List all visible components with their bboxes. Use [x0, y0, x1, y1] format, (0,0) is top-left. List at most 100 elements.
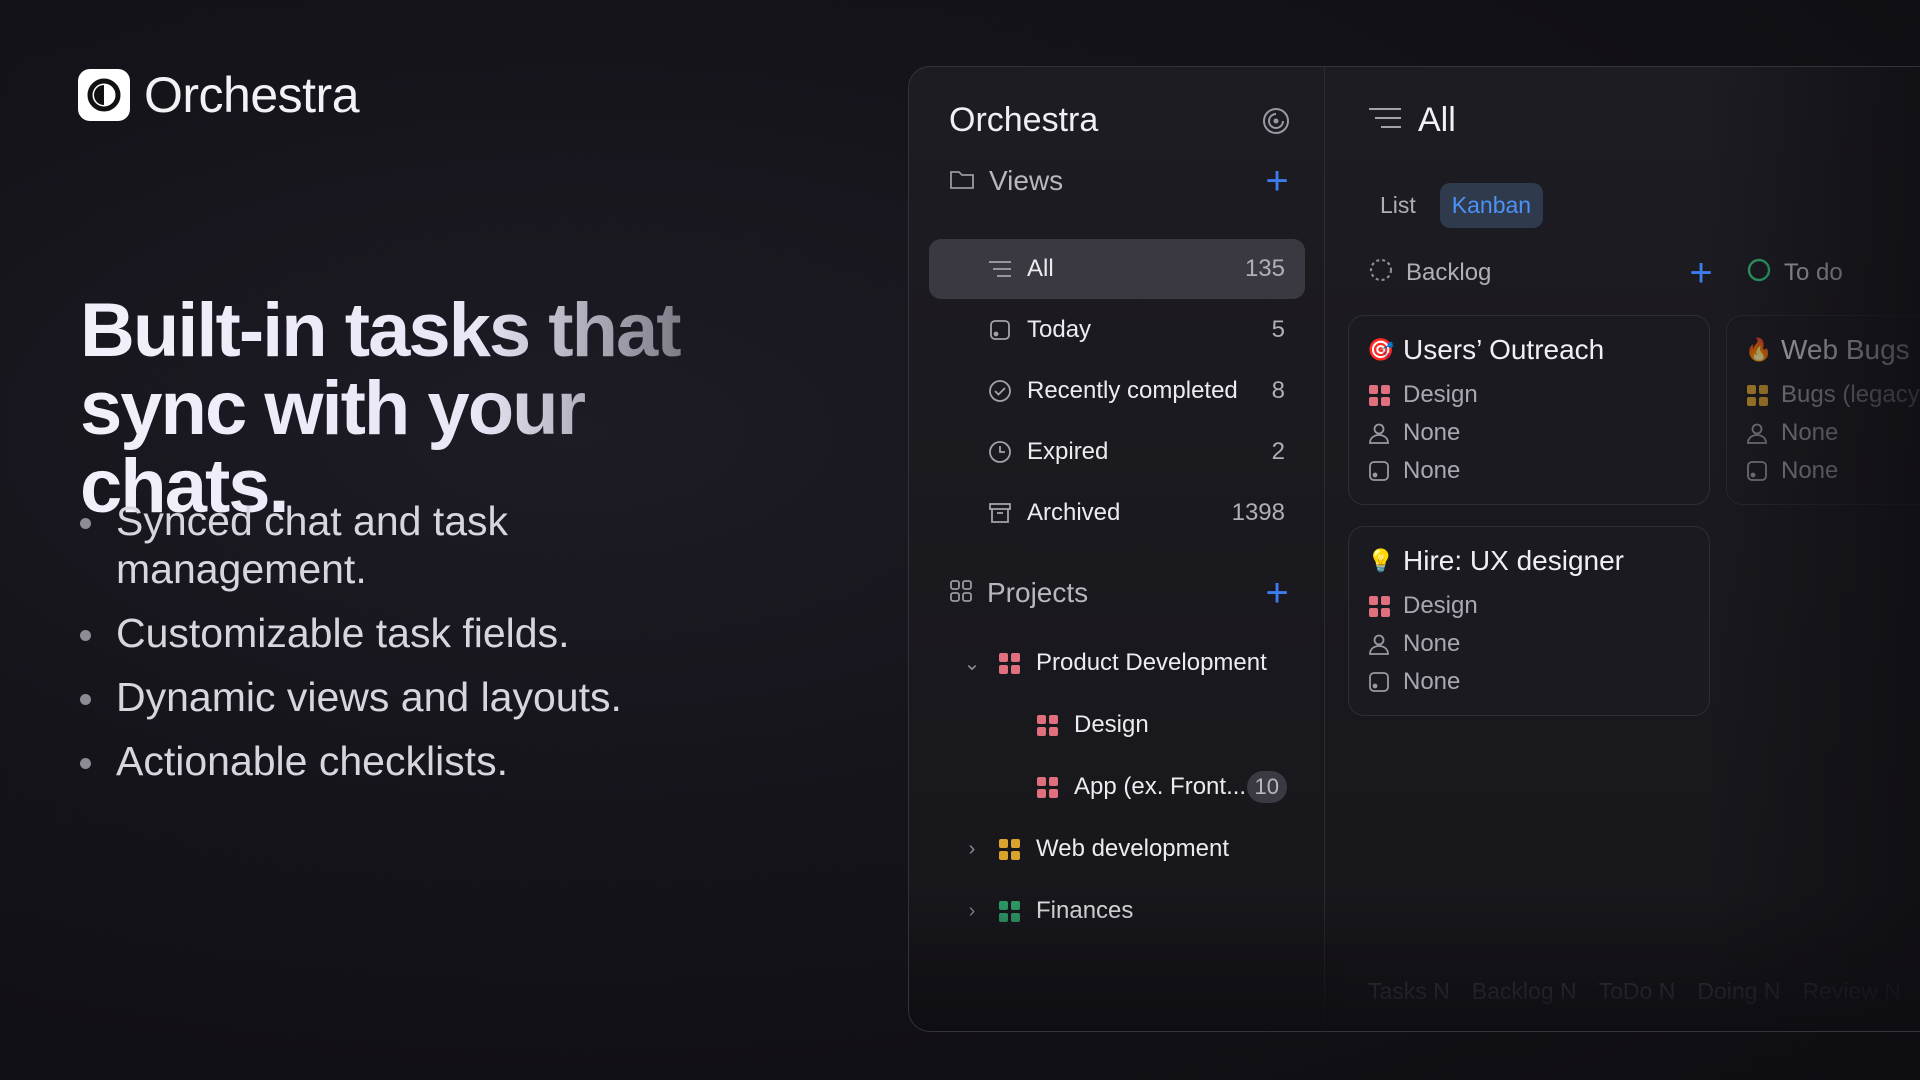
sidebar-item-web-development[interactable]: › Web development: [929, 821, 1305, 877]
project-label: Design: [1074, 711, 1149, 738]
project-label: Web development: [1036, 835, 1230, 862]
column-header-todo: To do: [1746, 257, 1843, 288]
project-color-icon: [1037, 776, 1058, 798]
calendar-day-icon: [1745, 459, 1769, 483]
stat-review: Review N: [1802, 977, 1901, 1004]
task-due-date[interactable]: None: [1781, 457, 1838, 485]
task-card[interactable]: 🎯 Users’ Outreach Design None None: [1348, 315, 1710, 505]
brand-name: Orchestra: [144, 67, 360, 123]
calendar-day-icon: [1367, 670, 1391, 694]
calendar-day-icon: [987, 317, 1013, 343]
chevron-down-icon[interactable]: ⌄: [959, 651, 985, 676]
target-icon: 🎯: [1367, 337, 1395, 362]
task-project[interactable]: Bugs (legacy: [1781, 381, 1920, 409]
task-assignee[interactable]: None: [1403, 630, 1460, 658]
column-title: To do: [1784, 258, 1843, 286]
project-color-icon: [1367, 594, 1391, 618]
tab-kanban[interactable]: Kanban: [1439, 183, 1544, 228]
project-label: Product Development: [1036, 649, 1267, 676]
project-color-icon: [999, 652, 1020, 674]
main-panel: All List Kanban Backlog + 🎯 Users’ Outre…: [1326, 67, 1920, 1031]
column-title: Backlog: [1406, 258, 1492, 286]
calendar-day-icon: [1367, 459, 1391, 483]
view-label: Recently completed: [1027, 377, 1238, 404]
feature-item: Dynamic views and layouts.: [80, 673, 720, 721]
project-count-badge: 10: [1246, 771, 1287, 803]
add-project-button[interactable]: +: [1260, 573, 1294, 613]
task-card[interactable]: 🔥 Web Bugs Bugs (legacy None None: [1726, 315, 1920, 505]
person-icon: [1367, 421, 1391, 445]
sidebar-item-recently-completed[interactable]: Recently completed 8: [929, 361, 1305, 421]
sidebar-item-expired[interactable]: Expired 2: [929, 422, 1305, 482]
task-title: Web Bugs: [1781, 334, 1910, 365]
sidebar-item-app[interactable]: › App (ex. Front... 10: [929, 759, 1305, 815]
feature-item: Actionable checklists.: [80, 737, 720, 785]
project-color-icon: [999, 900, 1020, 922]
sidebar-item-all[interactable]: All 135: [929, 239, 1305, 299]
project-label: Finances: [1036, 897, 1134, 924]
view-count: 2: [1271, 438, 1285, 465]
hero-headline: Built-in tasks that sync with your chats…: [80, 292, 800, 526]
add-task-button[interactable]: +: [1684, 253, 1718, 293]
todo-status-icon: [1746, 257, 1772, 288]
sidebar-header: Orchestra: [949, 101, 1294, 140]
orchestra-logo-icon: [78, 69, 130, 121]
view-count: 5: [1271, 316, 1285, 343]
sidebar-item-archived[interactable]: Archived 1398: [929, 483, 1305, 543]
sidebar: Orchestra Views + All 135 Today 5 Recent…: [909, 67, 1325, 1031]
view-label: Expired: [1027, 438, 1109, 465]
folder-icon: [949, 168, 975, 195]
view-label: Archived: [1027, 499, 1121, 526]
sidebar-title: Orchestra: [949, 101, 1099, 139]
task-due-date[interactable]: None: [1403, 457, 1460, 485]
stat-tasks: Tasks N: [1368, 977, 1450, 1004]
feature-item: Customizable task fields.: [80, 609, 720, 657]
clock-icon: [987, 439, 1013, 465]
view-tabs: List Kanban: [1368, 183, 1544, 228]
task-title: Hire: UX designer: [1403, 545, 1624, 576]
main-header: All: [1368, 101, 1456, 140]
feature-item: Synced chat and task management.: [80, 497, 720, 593]
view-label: Today: [1027, 316, 1092, 343]
projects-grid-icon: [949, 579, 973, 608]
sidebar-item-finances[interactable]: › Finances: [929, 883, 1305, 939]
fire-icon: 🔥: [1745, 337, 1773, 362]
projects-section-header: Projects +: [949, 573, 1294, 613]
column-header-backlog: Backlog +: [1368, 253, 1718, 293]
person-icon: [1367, 632, 1391, 656]
lightbulb-icon: 💡: [1367, 548, 1395, 573]
view-label: All: [1027, 255, 1054, 282]
stat-todo: ToDo N: [1598, 977, 1676, 1004]
view-count: 8: [1271, 377, 1285, 404]
projects-label: Projects: [987, 577, 1089, 608]
list-icon: [987, 256, 1013, 282]
project-color-icon: [999, 838, 1020, 860]
sidebar-item-product-development[interactable]: ⌄ Product Development: [929, 635, 1305, 691]
page-title: All: [1418, 101, 1456, 139]
chevron-right-icon[interactable]: ›: [959, 838, 985, 861]
add-view-button[interactable]: +: [1260, 161, 1294, 201]
views-section-header: Views +: [949, 161, 1294, 201]
footer-stats-bar: Tasks N Backlog N ToDo N Doing N Review …: [1344, 961, 1920, 1021]
brand: Orchestra: [78, 66, 360, 124]
menu-lines-icon[interactable]: [1368, 106, 1402, 135]
project-color-icon: [1745, 383, 1769, 407]
task-due-date[interactable]: None: [1403, 668, 1460, 696]
project-color-icon: [1367, 383, 1391, 407]
task-project[interactable]: Design: [1403, 381, 1478, 409]
stat-backlog: Backlog N: [1471, 977, 1577, 1004]
task-project[interactable]: Design: [1403, 592, 1478, 620]
sidebar-item-today[interactable]: Today 5: [929, 300, 1305, 360]
sync-icon[interactable]: [1258, 103, 1294, 139]
backlog-status-icon: [1368, 257, 1394, 288]
sidebar-item-design[interactable]: › Design: [929, 697, 1305, 753]
hero-headline-line-1: Built-in tasks that: [80, 288, 680, 373]
task-assignee[interactable]: None: [1781, 419, 1838, 447]
project-label: App (ex. Front...: [1074, 773, 1247, 800]
chevron-right-icon[interactable]: ›: [959, 900, 985, 923]
check-circle-icon: [987, 378, 1013, 404]
task-assignee[interactable]: None: [1403, 419, 1460, 447]
tab-list[interactable]: List: [1368, 183, 1428, 228]
person-icon: [1745, 421, 1769, 445]
task-card[interactable]: 💡 Hire: UX designer Design None None: [1348, 526, 1710, 716]
